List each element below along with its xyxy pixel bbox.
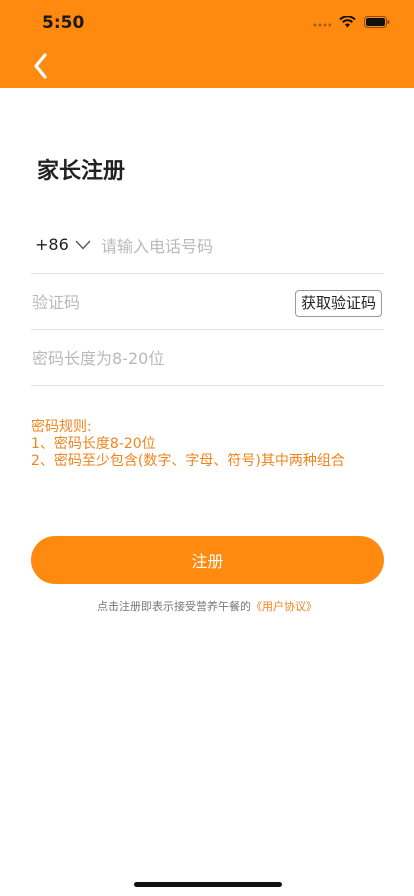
signal-icon: [313, 23, 331, 27]
rule-item: 1、密码长度8-20位: [31, 436, 156, 452]
password-row: [31, 331, 384, 386]
status-time: 5:50: [42, 13, 85, 33]
chevron-left-icon: [34, 53, 47, 79]
get-code-button[interactable]: 获取验证码: [294, 290, 382, 317]
verification-code-input[interactable]: [32, 290, 262, 314]
code-row: 获取验证码: [31, 275, 384, 330]
page-title: 家长注册: [37, 159, 126, 184]
wifi-icon: [339, 16, 356, 28]
password-input[interactable]: [32, 346, 372, 370]
home-indicator: [134, 882, 282, 887]
back-button[interactable]: [28, 50, 58, 82]
country-code-label: +86: [35, 235, 69, 254]
agreement-prefix: 点击注册即表示接受营养午餐的: [97, 600, 251, 613]
phone-row: +86: [31, 219, 384, 274]
battery-icon: [364, 16, 390, 28]
rule-item: 2、密码至少包含(数字、字母、符号)其中两种组合: [31, 453, 345, 469]
status-icons: [313, 16, 390, 28]
rules-heading: 密码规则:: [31, 419, 92, 435]
register-button[interactable]: 注册: [31, 536, 384, 584]
chevron-down-icon: [75, 240, 91, 249]
phone-input[interactable]: [101, 234, 371, 258]
agreement-text: 点击注册即表示接受营养午餐的《用户协议》: [0, 598, 414, 614]
country-code-selector[interactable]: +86: [35, 235, 91, 254]
app-header: 5:50: [0, 0, 414, 88]
user-agreement-link[interactable]: 《用户协议》: [251, 600, 317, 613]
password-rules: 密码规则: 1、密码长度8-20位 2、密码至少包含(数字、字母、符号)其中两种…: [31, 419, 345, 470]
